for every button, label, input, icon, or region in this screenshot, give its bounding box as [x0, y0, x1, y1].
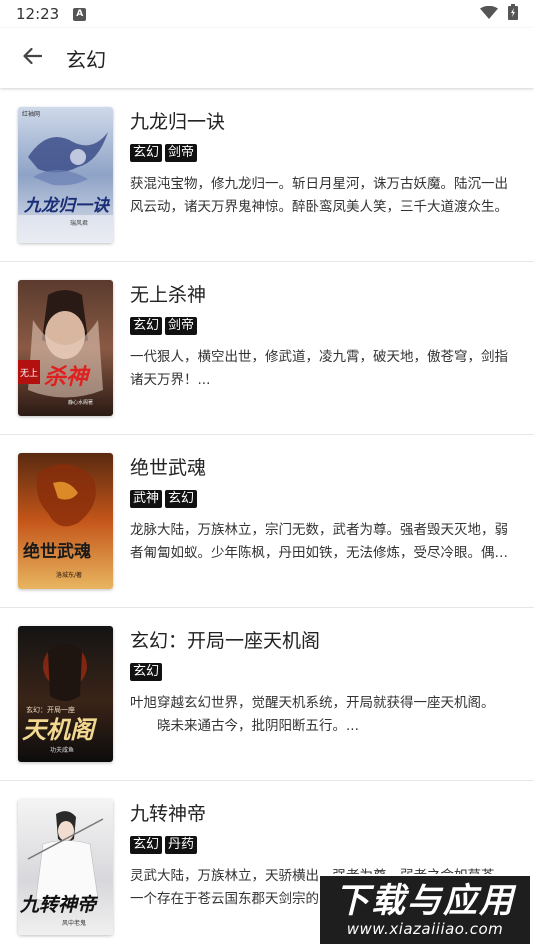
tag: 丹药: [165, 836, 198, 854]
cover-top-text: 玄幻：开局一座: [26, 705, 75, 714]
wifi-icon: [480, 5, 498, 24]
cover-author-text: 功夫咸鱼: [50, 746, 74, 754]
book-item[interactable]: 绝世武魂 洛城东/著 绝世武魂 武神 玄幻 龙脉大陆，万族林立，宗门无数，武者为…: [0, 435, 534, 608]
cover-title-text: 九龙归一诀: [23, 196, 111, 216]
book-item[interactable]: 无上 杀神 静心水阁著 无上杀神 玄幻 剑帝 一代狠人，横空出世，修武道，凌九霄…: [0, 262, 534, 435]
status-bar: 12:23 A: [0, 0, 534, 28]
book-title: 九龙归一诀: [130, 111, 226, 133]
tag: 玄幻: [130, 144, 163, 162]
cover-author-text: 风中老鬼: [62, 919, 86, 927]
tag-list: 武神 玄幻: [130, 490, 198, 508]
description-line: 龙脉大陆，万族林立，宗门无数，武者为尊。强者毁天灭地，弱: [130, 522, 508, 538]
tag-list: 玄幻: [130, 663, 163, 681]
book-cover[interactable]: 玄幻：开局一座 天机阁 功夫咸鱼: [18, 626, 113, 762]
tag: 武神: [130, 490, 163, 508]
tag: 剑帝: [165, 144, 198, 162]
book-title: 九转神帝: [130, 803, 207, 825]
description-line: 者匍匐如蚁。少年陈枫，丹田如铁，无法修炼，受尽冷眼。偶得...: [130, 545, 520, 561]
book-item[interactable]: 红袖网 九龙归一诀 瑞风君 九龙归一诀 玄幻 剑帝 获混沌宝物，修九龙归一。斩日…: [0, 89, 534, 262]
description-line: 诸天万界！...: [130, 372, 211, 388]
cover-title-text: 天机阁: [22, 716, 98, 744]
tag: 玄幻: [130, 663, 163, 681]
tag-list: 玄幻 剑帝: [130, 317, 198, 335]
book-title: 无上杀神: [130, 284, 207, 306]
description-line: 风云动，诸天万界鬼神惊。醉卧鸾凤美人笑，三千大道渡众生。: [130, 199, 508, 215]
watermark-url-text: www.xiazaiiiao.com: [346, 920, 504, 938]
cover-top-text: 无上: [20, 368, 38, 379]
book-cover[interactable]: 绝世武魂 洛城东/著: [18, 453, 113, 589]
book-title: 玄幻：开局一座天机阁: [130, 630, 321, 652]
book-description: 获混沌宝物，修九龙归一。斩日月星河，诛万古妖魔。陆沉一出 风云动，诸天万界鬼神惊…: [130, 173, 520, 219]
cover-top-text: 红袖网: [22, 110, 40, 118]
watermark-main-text: 下载与应用: [335, 881, 515, 921]
book-cover[interactable]: 无上 杀神 静心水阁著: [18, 280, 113, 416]
tag: 玄幻: [165, 490, 198, 508]
book-description: 叶旭穿越玄幻世界，觉醒天机系统，开局就获得一座天机阁。 晓未来通古今，批阴阳断五…: [130, 692, 520, 738]
description-line: 晓未来通古今，批阴阳断五行。...: [130, 718, 359, 734]
tag: 剑帝: [165, 317, 198, 335]
description-line: 一代狠人，横空出世，修武道，凌九霄，破天地，傲苍穹，剑指: [130, 349, 508, 365]
status-time: 12:23: [16, 5, 60, 23]
book-list: 红袖网 九龙归一诀 瑞风君 九龙归一诀 玄幻 剑帝 获混沌宝物，修九龙归一。斩日…: [0, 89, 534, 950]
app-bar: 玄幻: [0, 28, 534, 88]
notification-icon: A: [73, 7, 87, 21]
cover-author-text: 洛城东/著: [56, 571, 82, 579]
cover-title-text: 杀神: [44, 364, 91, 390]
book-cover[interactable]: 红袖网 九龙归一诀 瑞风君: [18, 107, 113, 243]
arrow-left-icon: [22, 46, 43, 70]
tag-list: 玄幻 剑帝: [130, 144, 198, 162]
cover-title-text: 绝世武魂: [23, 541, 91, 562]
description-line: 获混沌宝物，修九龙归一。斩日月星河，诛万古妖魔。陆沉一出: [130, 176, 508, 192]
book-item[interactable]: 玄幻：开局一座 天机阁 功夫咸鱼 玄幻：开局一座天机阁 玄幻 叶旭穿越玄幻世界，…: [0, 608, 534, 781]
page-title: 玄幻: [66, 47, 106, 72]
book-description: 龙脉大陆，万族林立，宗门无数，武者为尊。强者毁天灭地，弱 者匍匐如蚁。少年陈枫，…: [130, 519, 520, 565]
description-line: 叶旭穿越玄幻世界，觉醒天机系统，开局就获得一座天机阁。: [130, 695, 495, 711]
watermark-logo: 下载与应用 www.xiazaiiiao.com: [318, 874, 532, 946]
battery-icon: [508, 4, 518, 24]
cover-author-text: 瑞风君: [70, 219, 88, 227]
tag: 玄幻: [130, 836, 163, 854]
book-title: 绝世武魂: [130, 457, 207, 479]
cover-author-text: 静心水阁著: [68, 399, 93, 406]
cover-title-text: 九转神帝: [19, 894, 99, 916]
tag: 玄幻: [130, 317, 163, 335]
back-button[interactable]: [0, 28, 64, 88]
tag-list: 玄幻 丹药: [130, 836, 198, 854]
book-description: 一代狠人，横空出世，修武道，凌九霄，破天地，傲苍穹，剑指 诸天万界！...: [130, 346, 520, 392]
book-cover[interactable]: 九转神帝 风中老鬼: [18, 799, 113, 935]
